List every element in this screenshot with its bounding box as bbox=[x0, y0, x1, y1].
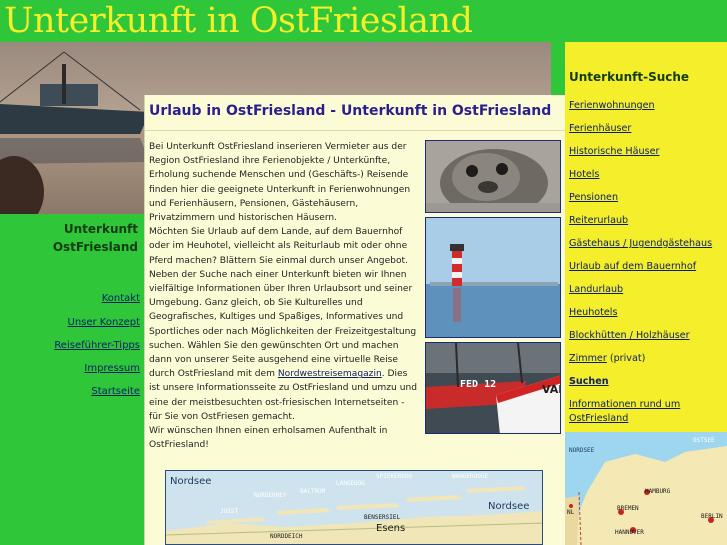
map-label-bensersiel: BENSERSIEL bbox=[364, 514, 401, 521]
page-title: Urlaub in OstFriesland - Unterkunft in O… bbox=[149, 103, 552, 119]
nav-link-reisefuehrer[interactable]: Reiseführer-Tipps bbox=[54, 340, 140, 351]
map-label-langeoog: LANGEOOG bbox=[336, 480, 365, 487]
map-label-norderney: NORDERNEY bbox=[254, 492, 287, 499]
locator-label-hamburg: HAMBURG bbox=[645, 488, 671, 495]
menu-item-historische-haeuser: Historische Häuser bbox=[569, 146, 660, 157]
nordwestreisemagazin-link[interactable]: Nordwestreisemagazin bbox=[278, 369, 382, 379]
site-header: Unterkunft in OstFriesland bbox=[0, 0, 727, 42]
menu-item-zimmer: Zimmer (privat) bbox=[569, 353, 646, 364]
left-sidebar: Unterkunft OstFriesland Kontakt Unser Ko… bbox=[0, 214, 144, 545]
nav-link-konzept[interactable]: Unser Konzept bbox=[68, 317, 141, 328]
menu-item-reiterurlaub: Reiterurlaub bbox=[569, 215, 629, 226]
right-sidebar: Unterkunft-Suche Ferienwohnungen Ferienh… bbox=[565, 42, 727, 432]
intro-paragraph-1: Bei Unterkunft OstFriesland inserieren V… bbox=[149, 142, 411, 224]
menu-item-gaestehaus: Gästehaus / Jugendgästehaus bbox=[569, 238, 713, 249]
menu-item-bauernhof: Urlaub auf dem Bauernhof bbox=[569, 261, 697, 272]
intro-paragraph-2: Möchten Sie Urlaub auf dem Lande, auf de… bbox=[149, 227, 408, 266]
title-divider bbox=[145, 130, 566, 131]
menu-item-landurlaub: Landurlaub bbox=[569, 284, 624, 295]
boat-label-fed: FED 12 bbox=[460, 379, 496, 390]
locator-label-bremen: BREMEN bbox=[617, 505, 639, 512]
map-label-juist: JUIST bbox=[220, 508, 238, 515]
map-label-esens: Esens bbox=[376, 523, 405, 534]
map-label-spiekeroog: SPIEKEROOG bbox=[376, 473, 413, 480]
brand-line-2: OstFriesland bbox=[52, 240, 138, 254]
locator-label-nordsee: NORDSEE bbox=[569, 447, 595, 454]
map-label-baltrum: BALTRUM bbox=[300, 488, 326, 495]
search-heading: Unterkunft-Suche bbox=[569, 70, 690, 84]
locator-label-hannover: HANNOVER bbox=[615, 529, 644, 536]
brand-line-1: Unterkunft bbox=[63, 222, 138, 236]
site-title: Unterkunft in OstFriesland bbox=[4, 1, 473, 41]
nav-link-startseite[interactable]: Startseite bbox=[91, 386, 140, 397]
seal-photo bbox=[425, 140, 561, 213]
intro-text: Bei Unterkunft OstFriesland inserieren V… bbox=[149, 140, 419, 452]
intro-paragraph-3: Neben der Suche nach einer Unterkunft bi… bbox=[149, 269, 418, 422]
region-map[interactable]: Nordsee Nordsee SPIEKEROOG WANGEROOGE LA… bbox=[165, 470, 543, 545]
locator-label-ostsee: OSTSEE bbox=[693, 437, 715, 444]
menu-item-blockhuetten: Blockhütten / Holzhäuser bbox=[569, 330, 690, 341]
menu-item-ferienwohnungen: Ferienwohnungen bbox=[569, 100, 655, 111]
intro-paragraph-4: Wir wünschen Ihnen einen erholsamen Aufe… bbox=[149, 426, 388, 451]
map-label-norddeich: NORDDEICH bbox=[270, 533, 303, 540]
germany-locator-map[interactable]: OSTSEE NORDSEE HAMBURG BREMEN HANNOVER B… bbox=[565, 432, 727, 545]
locator-label-nl: NL bbox=[567, 509, 575, 516]
menu-item-informationen: Informationen rund um OstFriesland bbox=[569, 399, 681, 424]
lighthouse-photo bbox=[425, 217, 561, 338]
menu-item-suchen: Suchen bbox=[569, 376, 609, 387]
locator-label-berlin: BERLIN bbox=[701, 513, 723, 520]
menu-item-hotels: Hotels bbox=[569, 169, 600, 180]
brand-label: Unterkunft OstFriesland bbox=[0, 220, 138, 256]
map-label-nordsee-left: Nordsee bbox=[170, 476, 211, 487]
menu-item-heuhotels: Heuhotels bbox=[569, 307, 618, 318]
nav-link-impressum[interactable]: Impressum bbox=[84, 363, 140, 374]
menu-item-ferienhaeuser: Ferienhäuser bbox=[569, 123, 632, 134]
map-label-wangerooge: WANGEROOGE bbox=[452, 473, 489, 480]
menu-item-pensionen: Pensionen bbox=[569, 192, 619, 203]
fishing-boats-photo: FED 12 VAR bbox=[425, 342, 561, 434]
map-label-nordsee-right: Nordsee bbox=[488, 501, 529, 512]
boat-label-var: VAR bbox=[542, 383, 561, 396]
nav-link-kontakt[interactable]: Kontakt bbox=[102, 293, 140, 304]
